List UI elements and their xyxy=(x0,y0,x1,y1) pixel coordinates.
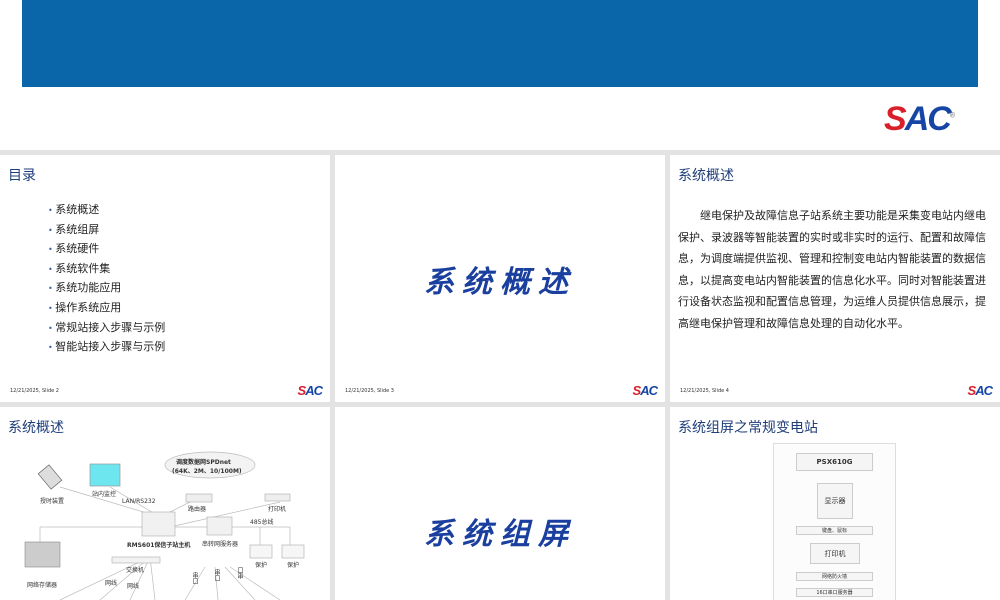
slide-thumbnail-7[interactable]: 系统组屏之常规变电站 PSX610G 显示器 键盘、鼠标 打印机 网络防火墙 1… xyxy=(670,407,1000,600)
printer-icon xyxy=(264,493,291,502)
slide-thumbnail-2[interactable]: 目录 系统概述 系统组屏 系统硬件 系统软件集 系统功能应用 操作系统应用 常规… xyxy=(0,155,330,402)
sac-logo: SAC® xyxy=(884,100,955,138)
section-title: 系统组屏 xyxy=(424,517,576,552)
serial-label: 口串 xyxy=(236,567,243,579)
cloud-sublabel: (64K、2M、10/100M) xyxy=(172,468,242,475)
host-icon xyxy=(141,511,176,537)
satellite-icon xyxy=(37,464,63,490)
cabinet-item: 打印机 xyxy=(810,543,860,564)
lan-label: LAN/RS232 xyxy=(122,498,156,505)
net-label: 网线 xyxy=(105,580,118,587)
slide-thumbnail-5[interactable]: 系统概述 调度数据网SPDnet (64K、2M、10/100M) 授时装置 站… xyxy=(0,407,330,600)
toc-list: 系统概述 系统组屏 系统硬件 系统软件集 系统功能应用 操作系统应用 常规站接入… xyxy=(48,201,165,358)
monitor-label: 站内监控 xyxy=(92,491,117,498)
switch-label: 交换机 xyxy=(126,567,145,574)
toc-item: 常规站接入步骤与示例 xyxy=(48,319,165,339)
sac-logo: SAC xyxy=(632,383,658,398)
slide-thumbnail-6[interactable]: 系统组屏 xyxy=(335,407,665,600)
printer-label: 打印机 xyxy=(268,506,287,513)
cabinet-item: 键盘、鼠标 xyxy=(796,526,873,535)
slide-footer: 12/21/2025, Slide 3 xyxy=(345,388,394,394)
server-icon xyxy=(206,516,233,536)
cabinet-item: 16口串口服务器 xyxy=(796,588,873,597)
cabinet-item: PSX610G xyxy=(796,453,873,471)
monitor-icon xyxy=(89,463,121,487)
section-title: 系统概述 xyxy=(424,265,576,300)
title-banner xyxy=(22,0,978,87)
switch-icon xyxy=(111,556,161,564)
sac-logo: SAC xyxy=(297,383,323,398)
toc-item: 系统功能应用 xyxy=(48,279,165,299)
router-icon xyxy=(185,493,213,503)
toc-item: 系统软件集 xyxy=(48,260,165,280)
router-label: 路由器 xyxy=(188,506,207,513)
slide-thumbnail-4[interactable]: 系统概述 继电保护及故障信息子站系统主要功能是采集变电站内继电保护、录波器等智能… xyxy=(670,155,1000,402)
slide-title: 系统概述 xyxy=(678,168,734,184)
slide-thumbnail-3[interactable]: 系统概述 12/21/2025, Slide 3 SAC xyxy=(335,155,665,402)
toc-item: 操作系统应用 xyxy=(48,299,165,319)
toc-item: 系统组屏 xyxy=(48,221,165,241)
protection-label: 保护 xyxy=(255,562,268,569)
serial-label: 串口 xyxy=(191,572,198,584)
bus-label: 485总线 xyxy=(250,519,274,526)
protection-label: 保护 xyxy=(287,562,300,569)
slide-body-text: 继电保护及故障信息子站系统主要功能是采集变电站内继电保护、录波器等智能装置的实时… xyxy=(678,209,986,330)
host-label: RMS601保信子站主机 xyxy=(127,542,191,549)
storage-label: 网络存储器 xyxy=(27,582,58,589)
cabinet-item: 显示器 xyxy=(817,483,853,519)
sac-logo: SAC xyxy=(967,383,993,398)
serial-label: 串口 xyxy=(213,569,220,581)
cabinet-item: 网络防火墙 xyxy=(796,572,873,581)
slide-footer: 12/21/2025, Slide 2 xyxy=(10,388,59,394)
cloud-label: 调度数据网SPDnet xyxy=(176,459,231,466)
toc-item: 智能站接入步骤与示例 xyxy=(48,338,165,358)
slide-title: 目录 xyxy=(8,168,36,184)
toc-item: 系统概述 xyxy=(48,201,165,221)
slide-footer: 12/21/2025, Slide 4 xyxy=(680,388,729,394)
server-label: 串转网服务器 xyxy=(202,541,239,548)
gps-label: 授时装置 xyxy=(40,498,65,505)
toc-item: 系统硬件 xyxy=(48,240,165,260)
net-label: 网线 xyxy=(127,583,140,590)
current-slide-preview: SAC® xyxy=(0,0,1000,150)
slide-title: 系统组屏之常规变电站 xyxy=(678,420,818,436)
storage-icon xyxy=(24,541,61,568)
